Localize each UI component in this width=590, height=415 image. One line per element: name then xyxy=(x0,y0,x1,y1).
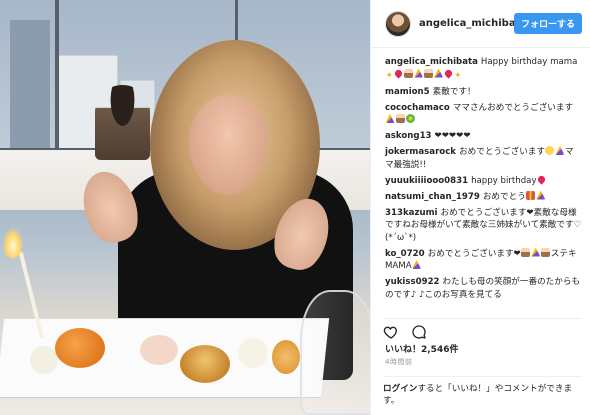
comment: mamion5 素敵です！ xyxy=(385,86,582,99)
comment-username[interactable]: yuuukiiiiooo0831 xyxy=(385,176,468,186)
dessert-item xyxy=(180,345,230,383)
candle-flame xyxy=(3,228,23,258)
window-mullion xyxy=(55,0,59,160)
comment: ko_0720 おめでとうございます❤ ステキMAMA xyxy=(385,247,582,273)
cake-icon xyxy=(395,114,405,123)
heart-outline-icon[interactable] xyxy=(383,324,399,340)
post-timestamp: 4時間前 xyxy=(385,358,413,366)
party-icon xyxy=(536,190,546,200)
dessert-item xyxy=(140,335,178,365)
comment-text: 素敵です！ xyxy=(432,86,476,97)
party-icon xyxy=(385,114,395,123)
cake-icon xyxy=(521,247,531,257)
party-icon xyxy=(412,260,422,269)
comment: cocochamaco ママさんおめでとうございます xyxy=(385,102,582,127)
comment-text: ママさんおめでとうございます xyxy=(452,102,574,113)
comment-username[interactable]: jokermasarock xyxy=(385,147,456,157)
building-shape xyxy=(10,20,50,150)
party-icon xyxy=(555,146,565,155)
caption-username[interactable]: angelica_michibata xyxy=(385,57,478,67)
cake-icon xyxy=(404,68,414,78)
woman-face xyxy=(188,95,268,195)
post-header: angelica_michibata フォローする xyxy=(371,0,590,48)
caption-text: Happy birthday mama xyxy=(480,57,578,67)
comment-username[interactable]: mamion5 xyxy=(385,87,430,97)
wine-glass xyxy=(300,290,370,415)
caption: angelica_michibata Happy birthday mama ✦ ✦ xyxy=(385,56,582,82)
heart-icon xyxy=(443,67,454,79)
cake-icon xyxy=(424,68,434,78)
party-icon xyxy=(414,68,424,78)
caption-emojis: ✦ ✦ xyxy=(385,67,462,81)
party-icon xyxy=(531,247,541,257)
comment-username[interactable]: yukiss0922 xyxy=(385,277,440,287)
dessert-item xyxy=(238,338,268,368)
comment-text: おめでとうございます xyxy=(459,147,545,157)
login-link[interactable]: ログイン xyxy=(383,384,417,394)
comment-text: happy birthday xyxy=(471,175,537,186)
comment-text: おめでとうございます❤ xyxy=(427,248,521,259)
party-icon xyxy=(434,68,444,78)
comment-username[interactable]: ko_0720 xyxy=(385,249,425,259)
background-person xyxy=(95,85,150,160)
comment: natsumi_chan_1979 おめでとう xyxy=(385,190,582,204)
comment: jokermasarock おめでとうございます ママ最強説!! xyxy=(385,146,582,171)
comment: yuuukiiiiooo0831 happy birthday xyxy=(385,173,582,188)
cake-icon xyxy=(541,247,551,257)
post-photo[interactable] xyxy=(0,0,370,415)
heart-icon xyxy=(393,67,404,79)
flower-icon xyxy=(405,114,415,123)
comment-username[interactable]: cocochamaco xyxy=(385,103,450,113)
follow-button[interactable]: フォローする xyxy=(513,13,582,34)
comment-username[interactable]: natsumi_chan_1979 xyxy=(385,192,480,202)
login-prompt: ログインすると「いいね！」やコメントができます。 xyxy=(383,376,582,407)
dessert-item xyxy=(55,328,105,368)
comment: yukiss0922 わたしも母の笑顔が一番のたからものです♪ ♪このお写真を見て… xyxy=(385,276,582,301)
sparkle-icon: ✦ xyxy=(454,70,462,81)
comment-username[interactable]: askong13 xyxy=(385,131,432,141)
comment-username[interactable]: 313kazumi xyxy=(385,208,437,218)
like-count[interactable]: いいね！2,546件 xyxy=(385,342,458,355)
post-sidebar: angelica_michibata フォローする angelica_michi… xyxy=(370,0,590,415)
comment-list: angelica_michibata Happy birthday mama ✦ ✦… xyxy=(385,56,582,311)
comment-text: おめでとう xyxy=(482,191,526,202)
sparkle-icon: ✦ xyxy=(385,70,394,81)
comment: 313kazumi おめでとうございます❤素敵な母様ですねお母様がいて素敵な三姉妹… xyxy=(385,207,582,245)
comments: mamion5 素敵です！ cocochamaco ママさんおめでとうございます ask… xyxy=(385,86,582,302)
speech-bubble-icon[interactable] xyxy=(411,324,427,340)
gift-icon xyxy=(526,190,536,200)
smile-icon xyxy=(545,146,555,155)
dessert-item xyxy=(272,340,300,374)
heart-icon xyxy=(536,173,547,185)
avatar[interactable] xyxy=(385,10,411,37)
comment: askong13 ❤❤❤❤❤ xyxy=(385,130,582,143)
dessert-item xyxy=(30,346,58,374)
post-username[interactable]: angelica_michibata xyxy=(419,18,514,29)
comment-text: ❤❤❤❤❤ xyxy=(434,131,471,141)
action-bar xyxy=(383,318,582,340)
